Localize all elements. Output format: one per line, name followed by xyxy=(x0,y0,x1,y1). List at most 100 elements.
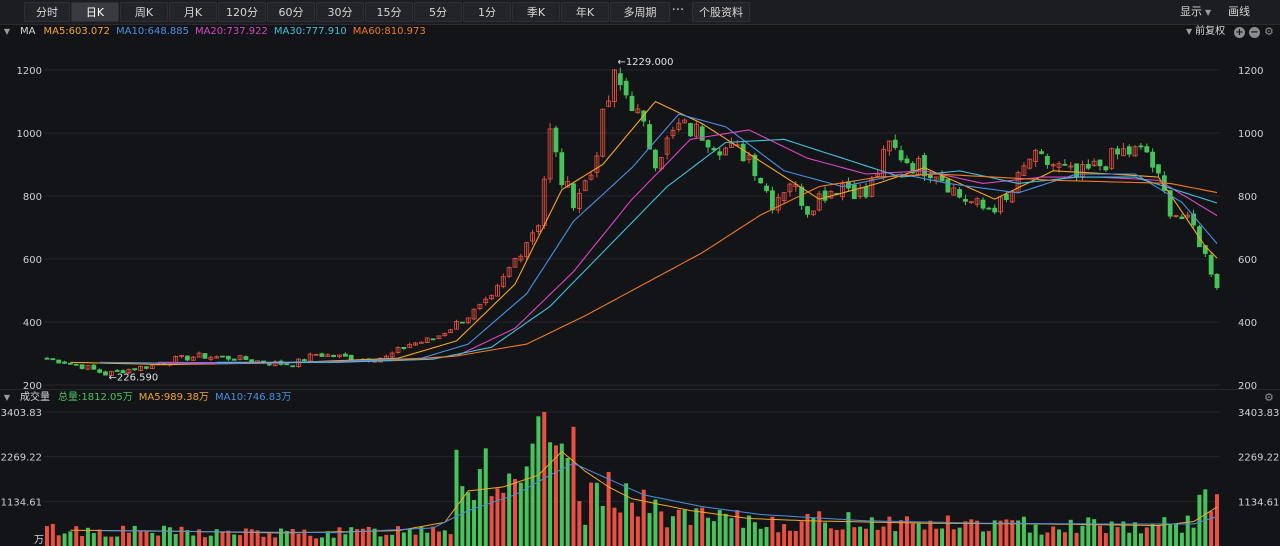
volume-bar xyxy=(68,531,73,546)
volume-bar xyxy=(1197,494,1202,546)
volume-bar xyxy=(495,488,500,546)
volume-ma10-line xyxy=(99,462,1218,534)
volume-bar xyxy=(653,499,658,546)
volume-bar xyxy=(267,533,272,546)
candle-body xyxy=(1214,273,1220,289)
volume-bar xyxy=(735,510,740,546)
period-button[interactable]: 分时 xyxy=(24,2,70,22)
volume-bar xyxy=(1209,511,1214,546)
candle-body xyxy=(91,364,97,370)
candle-body xyxy=(319,353,325,357)
volume-bar xyxy=(630,502,634,546)
volume-bar xyxy=(647,513,652,546)
candle-body xyxy=(863,186,869,198)
volume-bar xyxy=(103,536,108,546)
candle-body xyxy=(623,80,629,96)
volume-ytick-left: 2269.22 xyxy=(1,453,42,464)
ma-line-ma5 xyxy=(70,100,1218,366)
zoom-out-icon[interactable]: − xyxy=(1249,27,1260,38)
collapse-icon[interactable]: ▼ xyxy=(0,24,14,40)
period-button[interactable]: 季K xyxy=(512,2,560,22)
volume-bar xyxy=(185,530,190,546)
volume-bar xyxy=(840,529,845,546)
candle-body xyxy=(79,364,85,369)
period-button[interactable]: 120分 xyxy=(218,2,266,22)
gear-icon[interactable]: ⚙ xyxy=(1264,391,1274,404)
volume-bar xyxy=(711,521,716,546)
candle-body xyxy=(822,190,828,201)
volume-bar xyxy=(975,520,980,546)
candle-body xyxy=(249,359,255,363)
volume-bar xyxy=(442,530,447,546)
volume-bar xyxy=(1127,532,1132,546)
volume-bar xyxy=(1133,522,1138,546)
ma-line-ma10 xyxy=(99,113,1218,365)
volume-chart[interactable]: 3403.83 3403.83 2269.22 2269.22 1134.61 1134.… xyxy=(0,406,1280,546)
zoom-in-icon[interactable]: + xyxy=(1234,27,1245,38)
period-toolbar: 分时 日K 周K 月K 120分 60分 30分 15分 5分 1分 季K 年K 多周期 ··· 个股资… xyxy=(0,0,1280,25)
candle-body xyxy=(348,354,354,361)
price-ytick-right: 600 xyxy=(1238,255,1257,266)
candle-body xyxy=(559,152,565,186)
adjust-dropdown[interactable]: ▼ 前复权 xyxy=(1186,24,1225,40)
volume-bar xyxy=(273,537,278,546)
volume-bar xyxy=(401,532,406,546)
period-button[interactable]: 月K xyxy=(169,2,217,22)
candle-body xyxy=(97,369,103,373)
volume-bar xyxy=(934,528,939,546)
draw-line-button[interactable]: 画线 xyxy=(1228,2,1250,22)
candle-body xyxy=(184,355,190,361)
volume-bar xyxy=(56,535,61,546)
candle-body xyxy=(898,150,904,161)
period-button[interactable]: 15分 xyxy=(365,2,413,22)
period-button[interactable]: 1分 xyxy=(463,2,511,22)
candle-body xyxy=(1126,146,1132,155)
candle-body xyxy=(73,363,79,366)
candle-body xyxy=(1138,145,1144,148)
volume-bar xyxy=(729,518,734,546)
period-button[interactable]: 30分 xyxy=(316,2,364,22)
volume-bar xyxy=(202,537,207,546)
candle-body xyxy=(980,199,986,209)
period-button[interactable]: 日K xyxy=(71,2,119,22)
ma-legend-items: MA5:603.072 MA10:648.885 MA20:737.922 MA30:… xyxy=(43,26,431,37)
candle-body xyxy=(225,355,231,360)
volume-bar xyxy=(91,533,96,546)
volume-bar xyxy=(834,529,839,546)
volume-bar xyxy=(893,531,898,546)
volume-bar xyxy=(448,534,453,546)
collapse-icon[interactable]: ▼ xyxy=(0,390,14,406)
volume-bar xyxy=(694,508,699,546)
candle-body xyxy=(1144,146,1150,153)
volume-bar xyxy=(530,443,535,546)
price-ytick-left: 200 xyxy=(23,381,42,389)
chevron-down-icon: ▼ xyxy=(1205,8,1212,17)
volume-bar xyxy=(1062,532,1067,546)
volume-bar xyxy=(232,534,237,546)
period-button[interactable]: 年K xyxy=(561,2,609,22)
volume-bar xyxy=(986,530,991,546)
candle-body xyxy=(1085,164,1091,169)
candle-body xyxy=(430,338,436,341)
candle-body xyxy=(892,139,898,148)
period-button[interactable]: 5分 xyxy=(414,2,462,22)
volume-bar xyxy=(594,482,599,546)
volume-bar xyxy=(319,537,324,546)
more-periods-button[interactable]: ··· xyxy=(666,2,690,22)
period-button[interactable]: 多周期 xyxy=(610,2,670,22)
price-chart[interactable]: 200 200 400 400 600 600 800 800 1000 1000 1200 1200… xyxy=(0,40,1280,389)
gear-icon[interactable]: ⚙ xyxy=(1264,25,1274,38)
stock-info-button[interactable]: 个股资料 xyxy=(692,2,750,22)
volume-bar xyxy=(963,521,968,546)
volume-bar xyxy=(782,524,787,546)
volume-bar xyxy=(776,532,781,546)
period-button[interactable]: 60分 xyxy=(267,2,315,22)
candle-body xyxy=(571,183,576,209)
price-ytick-right: 200 xyxy=(1238,381,1257,389)
volume-legend-label: 成交量 xyxy=(20,392,50,403)
volume-bar xyxy=(577,501,582,546)
period-button[interactable]: 周K xyxy=(120,2,168,22)
volume-bar xyxy=(314,538,319,546)
display-dropdown[interactable]: 显示 ▼ xyxy=(1180,2,1211,22)
volume-bar xyxy=(97,529,102,546)
